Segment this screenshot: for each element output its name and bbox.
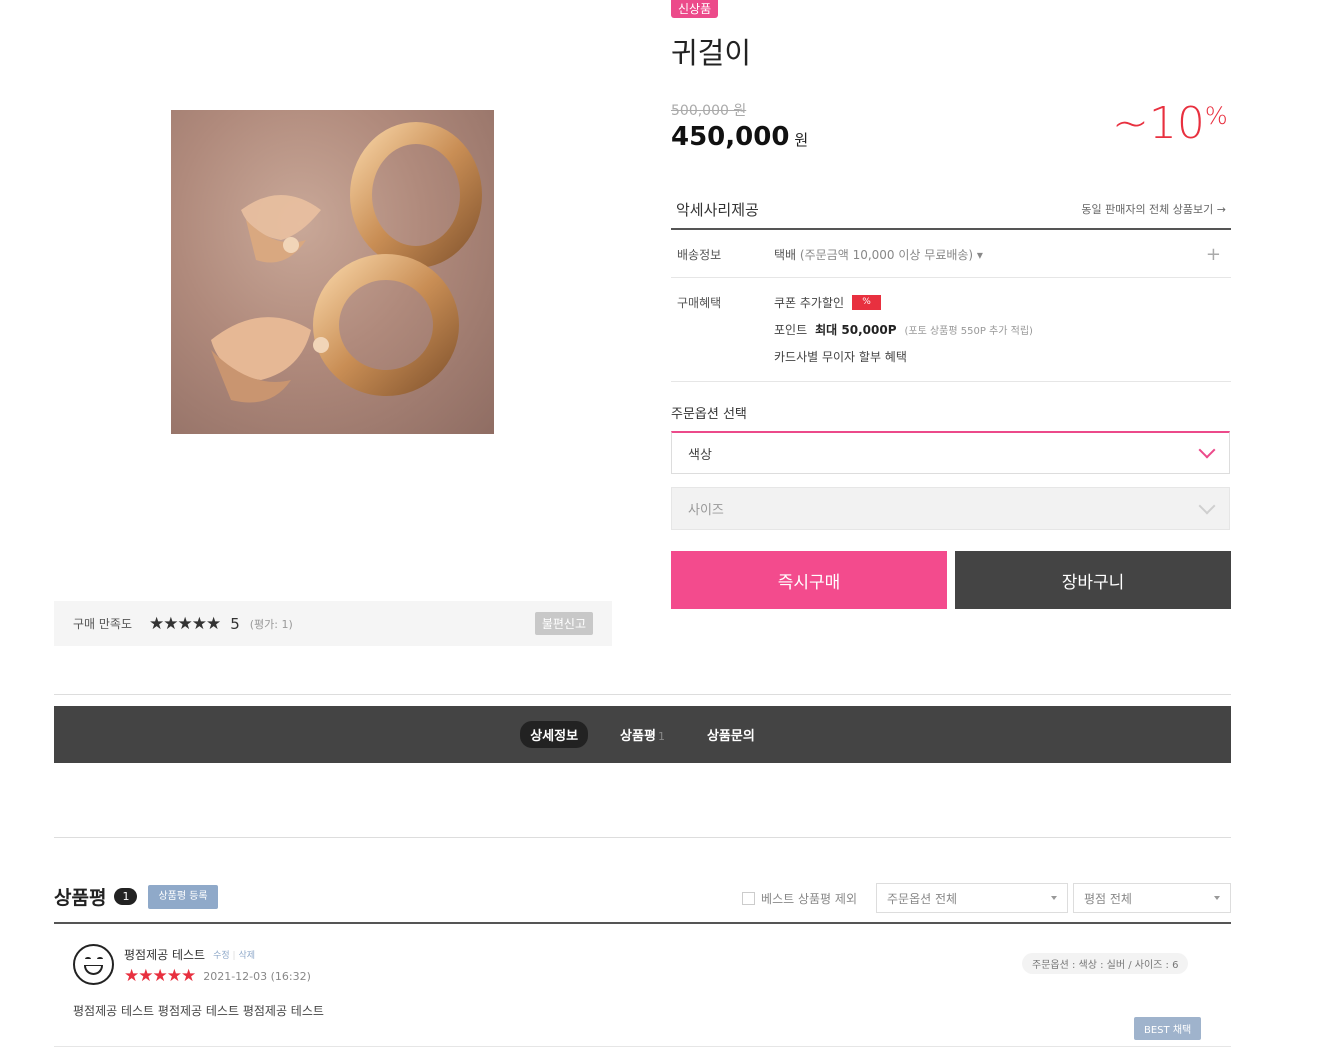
point-value: 최대 50,000P [815, 323, 897, 337]
coupon-icon[interactable]: % [852, 295, 882, 310]
satisfaction-bar: 구매 만족도 ★★★★★ 5 (평가: 1) 불편신고 [54, 601, 612, 646]
review-order-option: 주문옵션 : 색상 : 실버 / 사이즈 : 6 [1022, 953, 1189, 974]
tab-inquiry-label: 상품문의 [706, 729, 755, 744]
satisfaction-label: 구매 만족도 [73, 617, 133, 631]
avatar-eye [97, 957, 103, 961]
write-review-button[interactable]: 상품평 등록 [148, 885, 218, 909]
option-filter-label: 주문옵션 전체 [887, 891, 958, 906]
sale-price: 450,000 [671, 122, 790, 152]
discount-unit: % [1204, 102, 1228, 130]
benefits-label: 구매혜택 [677, 296, 722, 310]
reviews-header: 상품평 1 상품평 등록 베스트 상품평 제외 주문옵션 전체 평점 전체 [54, 883, 1231, 924]
reviewer-row: 평점제공 테스트 수정 | 삭제 [124, 946, 255, 963]
tab-reviews-count: 1 [657, 730, 665, 743]
report-button[interactable]: 불편신고 [534, 612, 593, 635]
section-divider [54, 837, 1231, 838]
order-options-title: 주문옵션 선택 [671, 407, 747, 422]
color-select-label: 색상 [688, 447, 712, 463]
purchase-benefits-row: 구매혜택 쿠폰 추가할인 % 포인트 최대 50,000P (포토 상품평 55… [671, 278, 1231, 382]
coupon-text: 쿠폰 추가할인 [774, 296, 845, 310]
tab-details[interactable]: 상세정보 [520, 721, 589, 748]
add-to-cart-button[interactable]: 장바구니 [955, 551, 1231, 609]
review-edit-link[interactable]: 수정 [213, 951, 230, 961]
checkbox-box[interactable] [742, 891, 756, 905]
product-image [171, 110, 494, 434]
reviewer-name: 평점제공 테스트 [124, 948, 206, 962]
reviews-count-badge: 1 [114, 888, 138, 905]
coupon-benefit: 쿠폰 추가할인 % [774, 294, 1033, 311]
product-tab-bar: 상세정보 상품평 1 상품문의 [54, 706, 1231, 763]
original-price: 500,000 원 [671, 103, 747, 119]
buy-now-button[interactable]: 즉시구매 [671, 551, 947, 609]
new-product-badge: 신상품 [671, 0, 719, 18]
rating-filter-label: 평점 전체 [1084, 891, 1132, 906]
color-select[interactable]: 색상 [671, 431, 1230, 474]
shipping-value[interactable]: 택배 (주문금액 10,000 이상 무료배송) ▾ [774, 246, 983, 263]
exclude-best-checkbox[interactable]: 베스트 상품평 제외 [742, 890, 857, 907]
discount-value: ~10 [1112, 98, 1205, 149]
shipping-method: 택배 [774, 247, 797, 262]
benefits-list: 쿠폰 추가할인 % 포인트 최대 50,000P (포토 상품평 550P 추가… [774, 294, 1033, 381]
rating-score: 5 [230, 614, 240, 633]
dropdown-arrow-icon [1051, 896, 1057, 900]
discount-rate: ~10 % [1112, 98, 1228, 149]
rating-filter-select[interactable]: 평점 전체 [1073, 883, 1231, 913]
avatar-mouth [84, 965, 103, 975]
rating-count: (평가: 1) [249, 617, 293, 631]
review-meta: ★★★★★ 2021-12-03 (16:32) [124, 966, 311, 986]
review-edit-links: 수정 | 삭제 [213, 951, 256, 961]
chevron-down-icon [1198, 497, 1216, 514]
tab-reviews-label: 상품평 [620, 729, 656, 744]
shipping-label: 배송정보 [677, 247, 722, 262]
chevron-down-icon [1198, 441, 1216, 459]
price-unit: 원 [794, 131, 809, 149]
review-item: 평점제공 테스트 수정 | 삭제 ★★★★★ 2021-12-03 (16:32… [54, 925, 1231, 1047]
review-filters: 베스트 상품평 제외 주문옵션 전체 평점 전체 [742, 883, 1231, 913]
smiley-avatar-icon [73, 944, 114, 985]
tab-inquiry[interactable]: 상품문의 [697, 721, 765, 748]
point-note: (포토 상품평 550P 추가 적립) [904, 326, 1033, 337]
card-benefit: 카드사별 무이자 할부 혜택 [774, 348, 1033, 365]
card-benefit-text: 카드사별 무이자 할부 혜택 [774, 350, 907, 364]
size-select[interactable]: 사이즈 [671, 487, 1230, 530]
review-date: 2021-12-03 (16:32) [203, 969, 311, 983]
rating-stars: ★★★★★ [149, 613, 221, 634]
dropdown-arrow-icon [1214, 896, 1220, 900]
expand-plus-icon[interactable]: + [1206, 244, 1221, 265]
review-body: 평점제공 테스트 평점제공 테스트 평점제공 테스트 [73, 1004, 324, 1018]
shipping-info-row: 배송정보 택배 (주문금액 10,000 이상 무료배송) ▾ + [671, 231, 1231, 278]
reviews-title: 상품평 [54, 887, 107, 909]
product-title: 귀걸이 [671, 36, 752, 70]
review-delete-link[interactable]: 삭제 [238, 951, 255, 961]
size-select-label: 사이즈 [688, 503, 724, 518]
price-row: 450,000 원 [671, 122, 808, 152]
shipping-detail: (주문금액 10,000 이상 무료배송) ▾ [799, 247, 983, 262]
tab-details-label: 상세정보 [530, 729, 579, 744]
point-label: 포인트 [774, 323, 808, 337]
avatar-eye [85, 957, 91, 961]
option-filter-select[interactable]: 주문옵션 전체 [876, 883, 1068, 913]
section-divider [54, 694, 1231, 695]
earring-photo [211, 122, 482, 403]
seller-row: 악세사리제공 동일 판매자의 전체 상품보기 → [671, 190, 1231, 230]
seller-all-products-link[interactable]: 동일 판매자의 전체 상품보기 → [1081, 201, 1226, 217]
exclude-best-label: 베스트 상품평 제외 [761, 891, 857, 906]
best-select-button[interactable]: BEST 채택 [1134, 1017, 1202, 1040]
tab-reviews[interactable]: 상품평 1 [610, 721, 675, 748]
review-stars: ★★★★★ [124, 966, 196, 986]
seller-name: 악세사리제공 [676, 200, 759, 219]
point-benefit: 포인트 최대 50,000P (포토 상품평 550P 추가 적립) [774, 321, 1033, 338]
